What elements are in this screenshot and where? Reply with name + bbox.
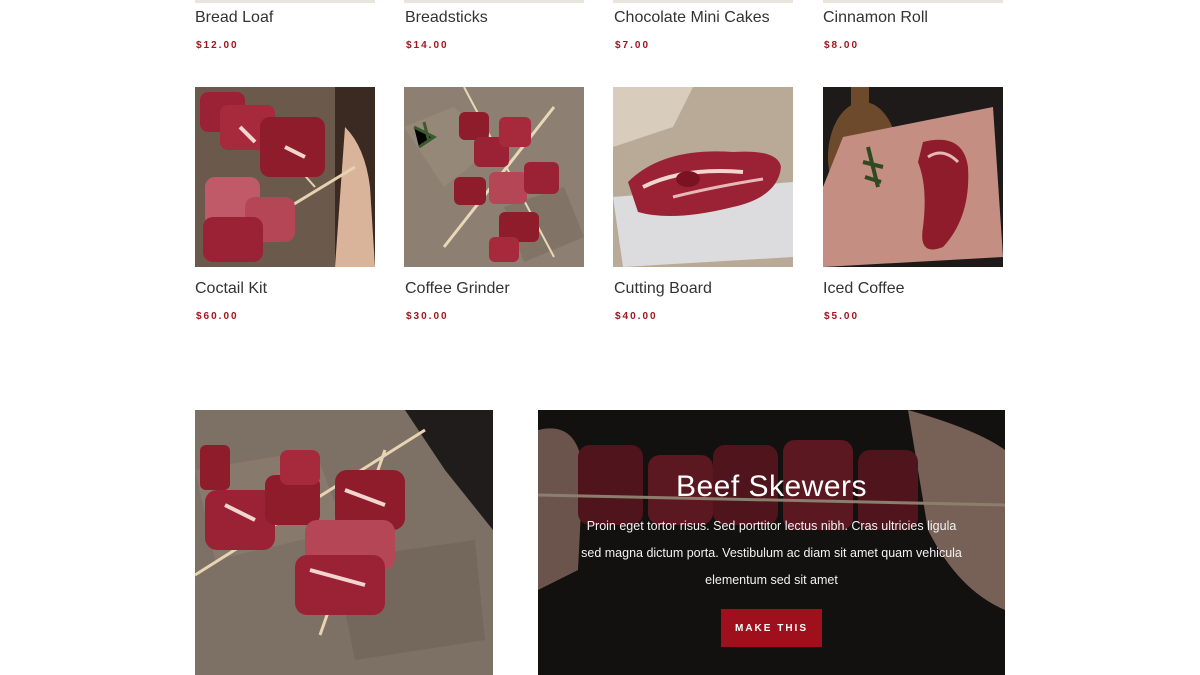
banner-description: Proin eget tortor risus. Sed porttitor l… — [581, 519, 962, 587]
product-image-edge — [195, 0, 375, 3]
make-this-button[interactable]: MAKE THIS — [721, 609, 822, 647]
banner-title: Beef Skewers — [675, 470, 868, 503]
product-name[interactable]: Iced Coffee — [823, 280, 905, 298]
product-price: $5.00 — [824, 311, 860, 322]
feature-photo-skewers — [195, 410, 493, 675]
product-image-coctail-kit[interactable] — [195, 87, 375, 267]
product-price: $12.00 — [196, 40, 239, 51]
product-name[interactable]: Breadsticks — [405, 9, 488, 27]
product-image-edge — [823, 0, 1003, 3]
product-price: $7.00 — [615, 40, 651, 51]
product-name[interactable]: Cinnamon Roll — [823, 9, 928, 27]
product-price: $40.00 — [615, 311, 658, 322]
product-name[interactable]: Chocolate Mini Cakes — [614, 9, 770, 27]
recipe-banner: Beef Skewers Proin eget tortor risus. Se… — [538, 410, 1005, 675]
product-price: $60.00 — [196, 311, 239, 322]
product-image-edge — [613, 0, 793, 3]
product-image-cutting-board[interactable] — [613, 87, 793, 267]
product-price: $8.00 — [824, 40, 860, 51]
product-image-coffee-grinder[interactable] — [404, 87, 584, 267]
product-name[interactable]: Coffee Grinder — [405, 280, 510, 298]
product-name[interactable]: Bread Loaf — [195, 9, 273, 27]
product-price: $30.00 — [406, 311, 449, 322]
product-name[interactable]: Cutting Board — [614, 280, 712, 298]
product-image-iced-coffee[interactable] — [823, 87, 1003, 267]
product-name[interactable]: Coctail Kit — [195, 280, 267, 298]
product-price: $14.00 — [406, 40, 449, 51]
banner-content: Beef Skewers Proin eget tortor risus. Se… — [538, 410, 1005, 675]
product-image-edge — [404, 0, 584, 3]
